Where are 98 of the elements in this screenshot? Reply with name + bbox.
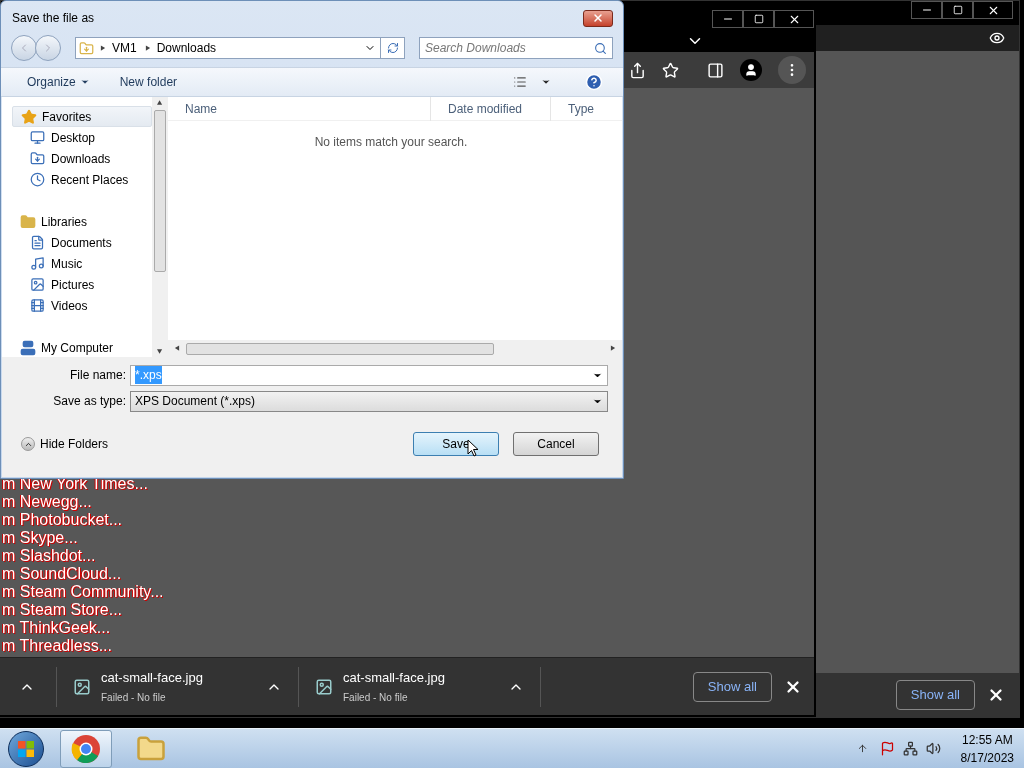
scroll-up-icon <box>157 99 163 106</box>
breadcrumb[interactable]: Downloads <box>156 39 217 57</box>
star-icon <box>21 108 37 125</box>
search-field[interactable]: Search Downloads <box>419 37 613 59</box>
document-icon <box>30 235 45 250</box>
folder-icon <box>79 40 94 56</box>
refresh-icon <box>386 42 399 54</box>
save-type-dropdown[interactable]: XPS Document (*.xps) <box>130 390 608 412</box>
browser-taskbar-button[interactable] <box>60 729 112 768</box>
breadcrumb[interactable]: VM1 <box>112 39 137 57</box>
link-text[interactable]: m SoundCloud... <box>2 565 814 583</box>
close-button[interactable] <box>774 10 814 28</box>
horizontal-scrollbar[interactable] <box>168 340 622 357</box>
sidebar-item[interactable]: Desktop <box>12 127 152 148</box>
close-icon <box>592 12 604 24</box>
scroll-left-icon <box>174 345 180 352</box>
clock-icon <box>30 172 45 187</box>
profile-avatar[interactable] <box>740 59 762 81</box>
search-icon[interactable] <box>594 41 607 55</box>
link-text[interactable]: m ThinkGeek... <box>2 619 814 637</box>
link-text[interactable]: m Photobucket... <box>2 511 814 529</box>
windows-logo-icon <box>17 739 35 758</box>
link-text[interactable]: m Steam Community... <box>2 583 814 601</box>
separator-arrow-icon <box>100 44 106 52</box>
bookmark-star-icon[interactable] <box>662 61 679 79</box>
volume-icon[interactable] <box>925 741 941 756</box>
sidebar-item[interactable]: Documents <box>12 232 152 253</box>
link-text[interactable]: m Skype... <box>2 529 814 547</box>
monitor-icon <box>30 130 45 145</box>
share-icon[interactable] <box>629 61 646 79</box>
address-bar[interactable]: VM1 Downloads <box>75 37 405 59</box>
download-item[interactable]: cat-small-face.jpg Failed - No file <box>299 666 541 707</box>
cancel-button[interactable]: Cancel <box>513 432 599 456</box>
side-panel-icon[interactable] <box>707 61 724 79</box>
link-text[interactable]: m Threadless... <box>2 637 814 655</box>
sidebar-group[interactable]: Libraries <box>12 211 152 232</box>
new-folder-button[interactable]: New folder <box>119 73 178 91</box>
column-header[interactable]: Date modified <box>431 96 551 121</box>
link-text[interactable]: m Slashdot... <box>2 547 814 565</box>
maximize-button[interactable] <box>743 10 774 28</box>
maximize-button[interactable] <box>942 1 973 19</box>
menu-button[interactable] <box>778 56 806 84</box>
scroll-down-icon <box>157 348 163 355</box>
flag-icon[interactable] <box>879 741 895 756</box>
sidebar-item[interactable]: Recent Places <box>12 169 152 190</box>
sidebar-group[interactable]: Favorites <box>12 106 152 127</box>
column-header[interactable]: Type <box>551 96 594 121</box>
sidebar-item[interactable]: Pictures <box>12 274 152 295</box>
view-icon[interactable] <box>513 75 527 89</box>
caret-icon <box>79 77 90 87</box>
clock-time[interactable]: 12:55 AM <box>961 730 1013 749</box>
folder-icon <box>20 213 36 230</box>
tray-arrow-icon[interactable] <box>856 743 868 754</box>
link-text[interactable]: m Newegg... <box>2 493 814 511</box>
image-file-icon <box>73 677 91 696</box>
minimize-button[interactable] <box>911 1 942 19</box>
image-icon <box>30 277 45 292</box>
hide-folders-button[interactable]: Hide Folders <box>21 435 109 453</box>
caret-icon[interactable] <box>541 77 551 87</box>
field-label: File name: <box>68 367 127 384</box>
browser-logo-icon <box>71 733 101 764</box>
sidebar-group[interactable]: My Computer <box>12 337 152 358</box>
download-item[interactable]: cat-small-face.jpg Failed - No file <box>57 666 299 707</box>
organize-menu[interactable]: Organize <box>27 73 90 91</box>
file-name: cat-small-face.jpg <box>343 669 446 688</box>
person-icon <box>744 63 758 77</box>
show-all-button[interactable]: Show all <box>692 671 772 702</box>
clock-date[interactable]: 8/17/2023 <box>960 748 1014 767</box>
sidebar-item[interactable]: Music <box>12 253 152 274</box>
show-all-button[interactable]: Show all <box>895 680 975 710</box>
maximize-icon <box>753 14 764 24</box>
download-folder-icon <box>30 151 45 166</box>
eye-icon[interactable] <box>989 30 1005 46</box>
scrollbar[interactable] <box>152 97 168 357</box>
close-button[interactable] <box>583 9 613 27</box>
help-icon[interactable] <box>585 73 603 91</box>
maximize-icon <box>952 5 963 15</box>
mouse-cursor-icon <box>467 439 479 458</box>
window-title: Save the file as <box>12 10 95 27</box>
close-icon[interactable] <box>987 686 1005 704</box>
column-header[interactable]: Name <box>168 96 431 121</box>
music-note-icon <box>30 256 45 271</box>
sidebar-item[interactable]: Videos <box>12 295 152 316</box>
close-button[interactable] <box>973 1 1013 19</box>
start-button[interactable] <box>8 730 44 767</box>
download-status: Failed - No file <box>101 690 167 705</box>
film-icon <box>30 298 45 313</box>
download-status: Failed - No file <box>343 690 409 705</box>
link-text[interactable]: m Steam Store... <box>2 601 814 619</box>
scroll-right-icon <box>610 345 616 352</box>
separator-arrow-icon <box>144 44 151 52</box>
file-name: cat-small-face.jpg <box>101 669 204 688</box>
sidebar-item[interactable]: Downloads <box>12 148 152 169</box>
network-icon[interactable] <box>902 741 918 756</box>
empty-message: No items match your search. <box>314 134 468 151</box>
image-file-icon <box>315 677 333 696</box>
minimize-button[interactable] <box>712 10 743 28</box>
field-label: Save as type: <box>52 393 127 410</box>
